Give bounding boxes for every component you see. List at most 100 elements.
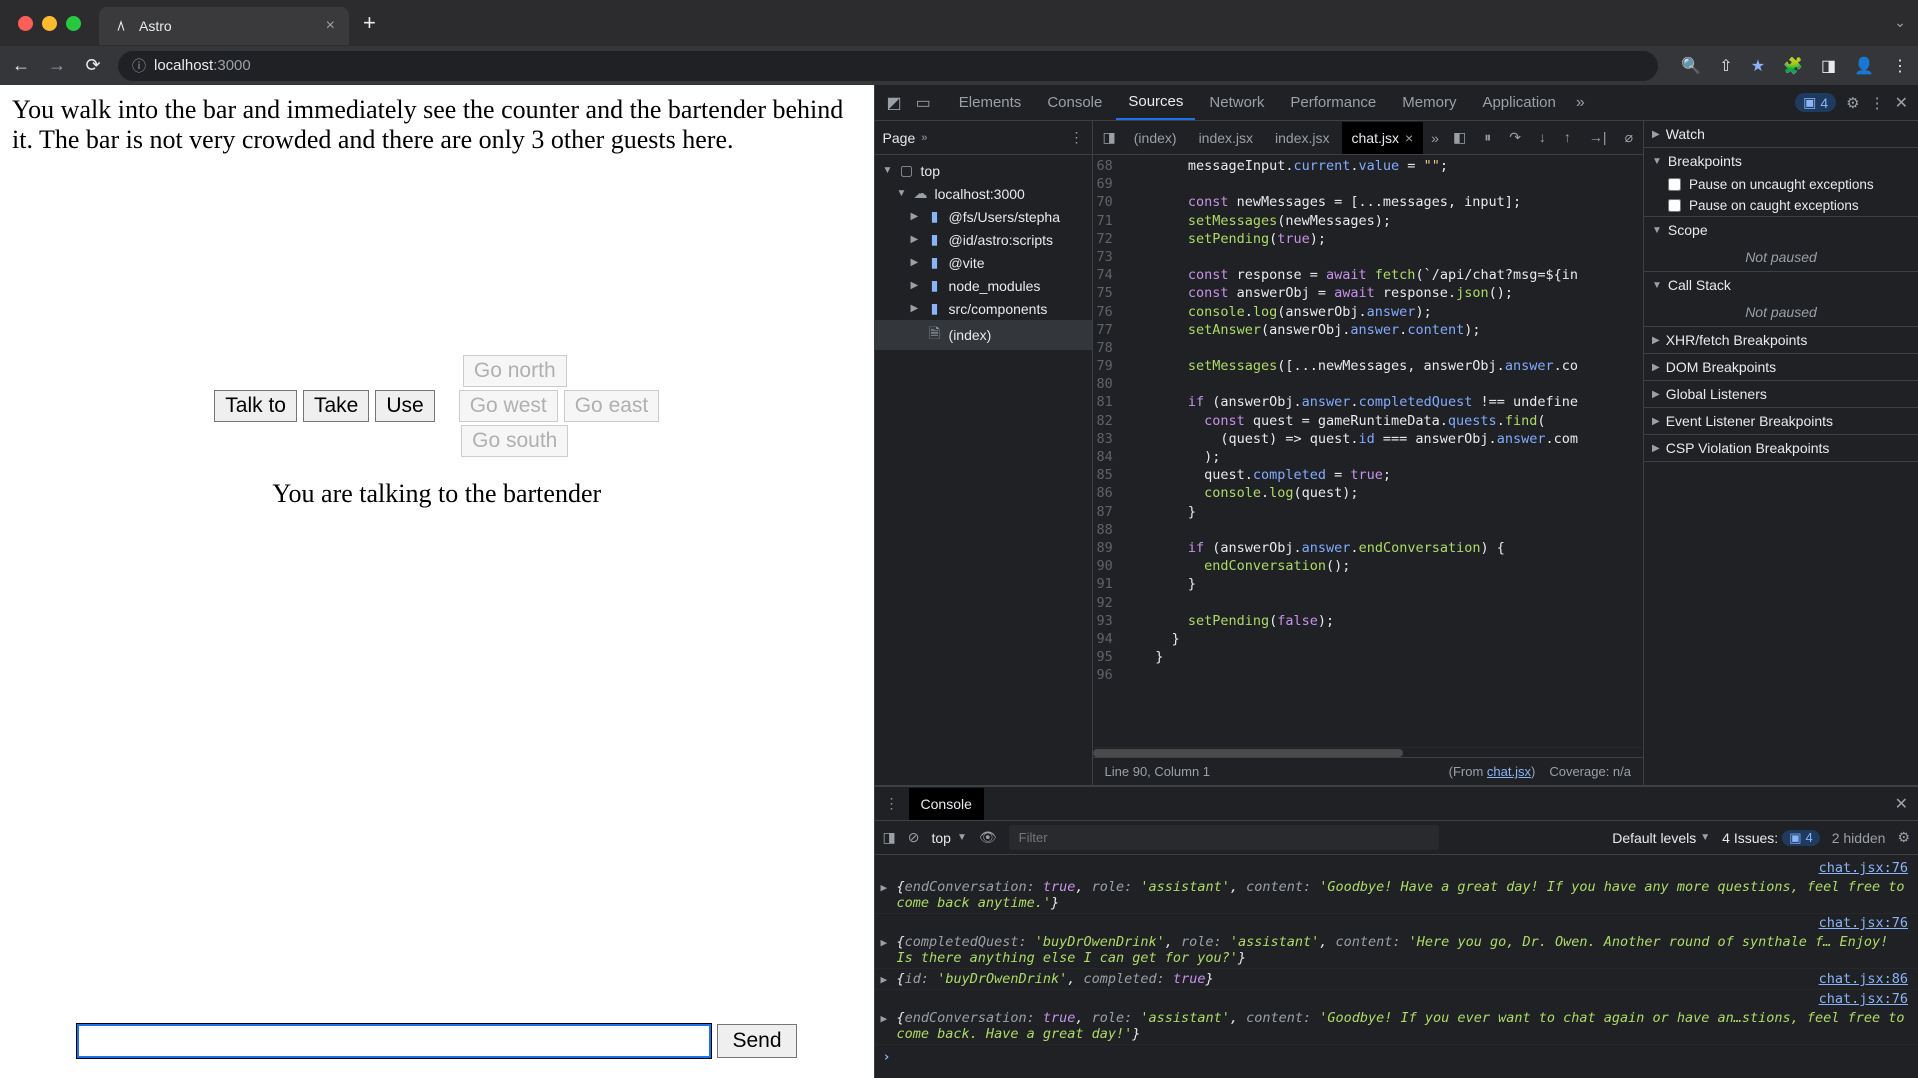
tree-host[interactable]: ▼☁localhost:3000 bbox=[875, 182, 1092, 205]
step-over-icon[interactable]: ↷ bbox=[1503, 125, 1527, 150]
sidepanel-icon[interactable]: ◨ bbox=[1821, 56, 1836, 76]
xhr-breakpoints-section[interactable]: ▶XHR/fetch Breakpoints bbox=[1644, 327, 1918, 353]
dom-breakpoints-section[interactable]: ▶DOM Breakpoints bbox=[1644, 354, 1918, 380]
pause-uncaught-checkbox[interactable]: Pause on uncaught exceptions bbox=[1644, 174, 1918, 195]
console-log-row[interactable]: ▶ {endConversation: true, role: 'assista… bbox=[875, 1008, 1918, 1045]
tree-folder-fs[interactable]: ▶▮@fs/Users/stepha bbox=[875, 205, 1092, 228]
take-button[interactable]: Take bbox=[303, 390, 369, 422]
use-button[interactable]: Use bbox=[375, 390, 434, 422]
console-log-row[interactable]: ▶ {endConversation: true, role: 'assista… bbox=[875, 877, 1918, 914]
tree-folder-id[interactable]: ▶▮@id/astro:scripts bbox=[875, 228, 1092, 251]
profile-icon[interactable]: 👤 bbox=[1854, 56, 1874, 76]
console-filter-input[interactable] bbox=[1009, 825, 1439, 850]
console-log-row[interactable]: ▶ {completedQuest: 'buyDrOwenDrink', rol… bbox=[875, 932, 1918, 969]
tab-performance[interactable]: Performance bbox=[1278, 86, 1388, 119]
close-drawer-icon[interactable]: ✕ bbox=[1891, 794, 1912, 814]
new-tab-button[interactable]: + bbox=[363, 10, 376, 36]
tab-application[interactable]: Application bbox=[1470, 86, 1567, 119]
console-prompt[interactable]: › bbox=[875, 1045, 1918, 1069]
bookmark-icon[interactable]: ★ bbox=[1751, 56, 1765, 76]
log-levels-selector[interactable]: Default levels ▼ bbox=[1612, 830, 1710, 846]
clear-console-icon[interactable]: ⊘ bbox=[908, 829, 920, 846]
inspect-element-icon[interactable]: ◩ bbox=[881, 89, 908, 117]
zoom-icon[interactable]: 🔍 bbox=[1681, 56, 1701, 76]
console-settings-icon[interactable]: ⚙ bbox=[1897, 829, 1910, 846]
more-tabs-icon[interactable]: » bbox=[1570, 90, 1591, 116]
csp-breakpoints-section[interactable]: ▶CSP Violation Breakpoints bbox=[1644, 435, 1918, 461]
tree-file-index[interactable]: 🗎(index) bbox=[875, 320, 1092, 350]
sources-page-header[interactable]: Page » ⋮ bbox=[875, 121, 1092, 155]
chat-input[interactable] bbox=[77, 1024, 711, 1058]
horizontal-scrollbar[interactable] bbox=[1093, 747, 1643, 757]
execution-context-selector[interactable]: top▼ bbox=[932, 830, 967, 846]
browser-tab[interactable]: Astro × bbox=[99, 7, 349, 45]
device-toolbar-icon[interactable]: ▭ bbox=[910, 89, 937, 117]
maximize-window-button[interactable] bbox=[66, 16, 81, 31]
close-window-button[interactable] bbox=[18, 16, 33, 31]
tree-folder-vite[interactable]: ▶▮@vite bbox=[875, 251, 1092, 274]
toggle-debugger-icon[interactable]: ◧ bbox=[1447, 125, 1472, 150]
tab-elements[interactable]: Elements bbox=[947, 86, 1034, 119]
console-drawer-tab[interactable]: Console bbox=[909, 788, 984, 820]
close-file-icon[interactable]: × bbox=[1405, 130, 1413, 146]
devtools-close-icon[interactable]: ✕ bbox=[1891, 93, 1912, 113]
pause-icon[interactable]: ⏸ bbox=[1478, 125, 1497, 150]
extensions-icon[interactable]: 🧩 bbox=[1783, 56, 1803, 76]
minimize-window-button[interactable] bbox=[42, 16, 57, 31]
back-button[interactable]: ← bbox=[10, 55, 32, 76]
navigator-menu-icon[interactable]: ⋮ bbox=[1070, 129, 1084, 146]
event-listener-breakpoints-section[interactable]: ▶Event Listener Breakpoints bbox=[1644, 408, 1918, 434]
tabs-dropdown-icon[interactable]: ⌄ bbox=[1894, 14, 1906, 30]
watch-section[interactable]: ▶Watch bbox=[1644, 121, 1918, 147]
step-out-icon[interactable]: ↑ bbox=[1558, 125, 1577, 150]
go-east-button[interactable]: Go east bbox=[564, 390, 660, 422]
tree-folder-src-components[interactable]: ▶▮src/components bbox=[875, 297, 1092, 320]
pause-caught-checkbox[interactable]: Pause on caught exceptions bbox=[1644, 195, 1918, 216]
code-editor[interactable]: 6869707172737475767778798081828384858687… bbox=[1093, 155, 1643, 747]
url-field[interactable]: ⓘ localhost:3000 bbox=[118, 51, 1658, 81]
devtools-menu-icon[interactable]: ⋮ bbox=[1870, 94, 1885, 112]
close-tab-icon[interactable]: × bbox=[326, 17, 335, 35]
tree-top[interactable]: ▼▢top bbox=[875, 159, 1092, 182]
callstack-section[interactable]: ▼Call Stack bbox=[1644, 272, 1918, 298]
step-into-icon[interactable]: ↓ bbox=[1533, 125, 1552, 150]
hidden-messages[interactable]: 2 hidden bbox=[1832, 830, 1886, 846]
go-west-button[interactable]: Go west bbox=[459, 390, 558, 422]
file-tab-index[interactable]: (index) bbox=[1124, 122, 1187, 154]
devtools-settings-icon[interactable]: ⚙ bbox=[1846, 94, 1859, 112]
live-expression-icon[interactable]: 👁 bbox=[979, 829, 997, 846]
talk-to-button[interactable]: Talk to bbox=[214, 390, 297, 422]
issues-indicator[interactable]: 4 Issues: ▣ 4 bbox=[1722, 830, 1820, 846]
send-button[interactable]: Send bbox=[717, 1024, 796, 1058]
log-source-link[interactable]: chat.jsx:86 bbox=[1809, 971, 1908, 987]
deactivate-breakpoints-icon[interactable]: ⌀ bbox=[1619, 125, 1639, 150]
breakpoints-section[interactable]: ▼Breakpoints bbox=[1644, 148, 1918, 174]
log-source-link[interactable]: chat.jsx:76 bbox=[875, 990, 1918, 1008]
global-listeners-section[interactable]: ▶Global Listeners bbox=[1644, 381, 1918, 407]
console-log-row[interactable]: ▶ {id: 'buyDrOwenDrink', completed: true… bbox=[875, 969, 1918, 990]
share-icon[interactable]: ⇧ bbox=[1719, 56, 1732, 76]
toggle-sidebar-icon[interactable]: ◨ bbox=[883, 829, 896, 846]
go-south-button[interactable]: Go south bbox=[461, 425, 568, 457]
scope-section[interactable]: ▼Scope bbox=[1644, 217, 1918, 243]
log-source-link[interactable]: chat.jsx:76 bbox=[875, 859, 1918, 877]
reload-button[interactable]: ⟳ bbox=[82, 55, 104, 76]
drawer-menu-icon[interactable]: ⋮ bbox=[881, 795, 903, 812]
toggle-navigator-icon[interactable]: ◨ bbox=[1097, 125, 1122, 150]
site-info-icon[interactable]: ⓘ bbox=[132, 56, 146, 76]
browser-menu-icon[interactable]: ⋮ bbox=[1892, 56, 1908, 76]
issues-badge[interactable]: ▣ 4 bbox=[1795, 93, 1836, 112]
file-tab-indexjsx1[interactable]: index.jsx bbox=[1189, 122, 1263, 154]
tree-folder-node-modules[interactable]: ▶▮node_modules bbox=[875, 274, 1092, 297]
file-tab-chatjsx[interactable]: chat.jsx× bbox=[1342, 122, 1424, 154]
step-icon[interactable]: →| bbox=[1583, 125, 1613, 150]
tab-console[interactable]: Console bbox=[1035, 86, 1114, 119]
log-source-link[interactable]: chat.jsx:76 bbox=[875, 914, 1918, 932]
file-tab-indexjsx2[interactable]: index.jsx bbox=[1265, 122, 1339, 154]
tab-network[interactable]: Network bbox=[1197, 86, 1276, 119]
go-north-button[interactable]: Go north bbox=[463, 355, 567, 387]
tab-memory[interactable]: Memory bbox=[1390, 86, 1468, 119]
more-file-tabs-icon[interactable]: » bbox=[1425, 126, 1445, 150]
tab-sources[interactable]: Sources bbox=[1116, 85, 1195, 120]
forward-button[interactable]: → bbox=[46, 55, 68, 76]
